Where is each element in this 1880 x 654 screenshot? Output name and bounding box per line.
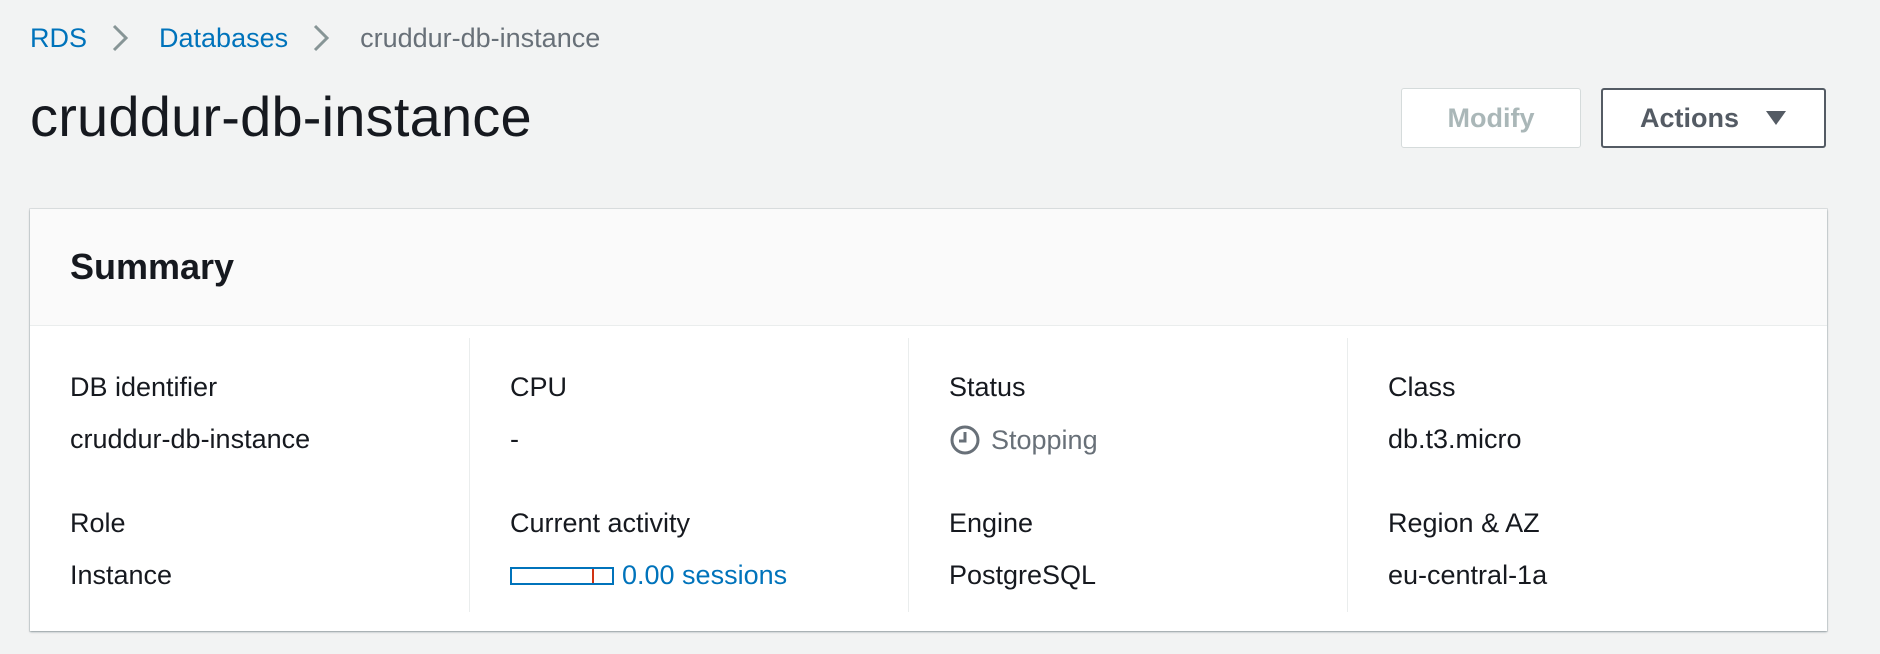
status-label: Status <box>949 372 1026 402</box>
modify-button-label: Modify <box>1447 102 1535 133</box>
current-activity-value: 0.00 sessions <box>510 560 787 591</box>
engine-label: Engine <box>949 508 1034 538</box>
summary-body: DB identifier cruddur-db-instance Role I… <box>30 326 1827 631</box>
clock-icon <box>949 424 981 456</box>
region-az-label: Region & AZ <box>1388 508 1540 538</box>
class-label: Class <box>1388 372 1456 402</box>
cpu-label: CPU <box>510 372 568 402</box>
actions-dropdown-button[interactable]: Actions <box>1601 88 1826 148</box>
summary-column-usage: CPU - Current activity 0.00 sessions <box>469 338 908 612</box>
role-label: Role <box>70 508 126 538</box>
rds-instance-page: RDS Databases cruddur-db-instance cruddu… <box>0 0 1880 654</box>
engine-value: PostgreSQL <box>949 560 1097 590</box>
chevron-right-icon <box>312 23 330 53</box>
summary-column-identity: DB identifier cruddur-db-instance Role I… <box>30 338 469 612</box>
status-text: Stopping <box>991 424 1098 455</box>
role-value: Instance <box>70 560 173 590</box>
breadcrumb-rds-link[interactable]: RDS <box>30 23 87 54</box>
class-value: db.t3.micro <box>1388 424 1522 454</box>
summary-header: Summary <box>30 209 1827 326</box>
actions-button-label: Actions <box>1639 102 1739 133</box>
sessions-link[interactable]: 0.00 sessions <box>622 560 787 591</box>
summary-panel: Summary DB identifier cruddur-db-instanc… <box>30 209 1827 631</box>
current-activity-label: Current activity <box>510 508 691 538</box>
db-identifier-label: DB identifier <box>70 372 218 402</box>
summary-title: Summary <box>70 246 235 287</box>
activity-meter <box>510 566 614 585</box>
cpu-value: - <box>510 424 519 454</box>
modify-button: Modify <box>1401 88 1581 148</box>
summary-column-status: Status Stopping Engine PostgreSQL <box>908 338 1347 612</box>
db-identifier-value: cruddur-db-instance <box>70 424 311 454</box>
breadcrumb-current: cruddur-db-instance <box>360 22 601 53</box>
chevron-right-icon <box>111 23 129 53</box>
status-value: Stopping <box>949 424 1098 456</box>
breadcrumb-databases-link[interactable]: Databases <box>159 23 288 54</box>
region-az-value: eu-central-1a <box>1388 560 1548 590</box>
caret-down-icon <box>1765 110 1787 126</box>
page-title: cruddur-db-instance <box>30 85 532 148</box>
summary-column-placement: Class db.t3.micro Region & AZ eu-central… <box>1347 338 1786 612</box>
breadcrumb: RDS Databases cruddur-db-instance <box>30 18 600 58</box>
activity-max-marker <box>592 568 594 583</box>
